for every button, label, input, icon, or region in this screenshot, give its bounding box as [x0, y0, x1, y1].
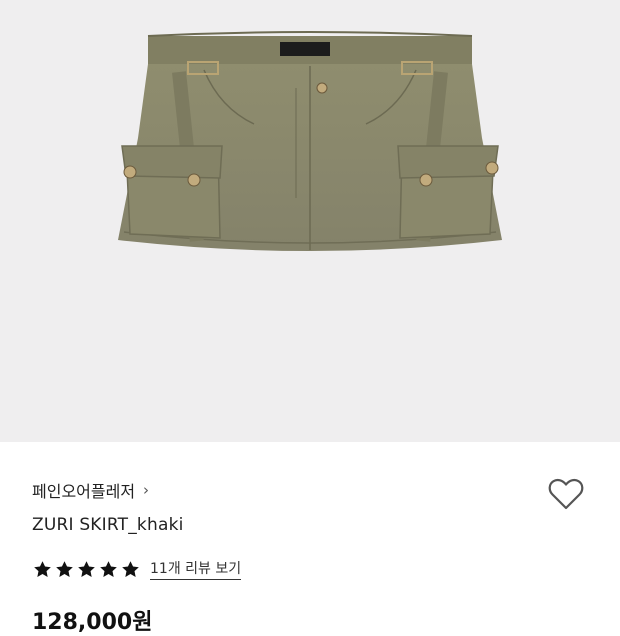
reviews-link[interactable]: 11개 리뷰 보기	[150, 558, 242, 580]
product-price: 128,000원	[32, 610, 153, 635]
chevron-right-icon: ›	[143, 481, 150, 499]
star-icon	[34, 560, 51, 577]
star-icon	[122, 560, 139, 577]
brand-link[interactable]: 페인오어플레저 ›	[32, 478, 149, 502]
heart-outline-icon[interactable]	[546, 474, 586, 514]
star-icon	[56, 560, 73, 577]
rating-row: 11개 리뷰 보기	[32, 558, 242, 580]
rating-stars	[32, 559, 141, 580]
product-image-area[interactable]	[0, 0, 620, 442]
product-name: ZURI SKIRT_khaki	[32, 515, 184, 535]
star-icon	[78, 560, 95, 577]
brand-name: 페인오어플레저	[32, 482, 136, 501]
product-image	[118, 31, 502, 251]
star-icon	[100, 560, 117, 577]
